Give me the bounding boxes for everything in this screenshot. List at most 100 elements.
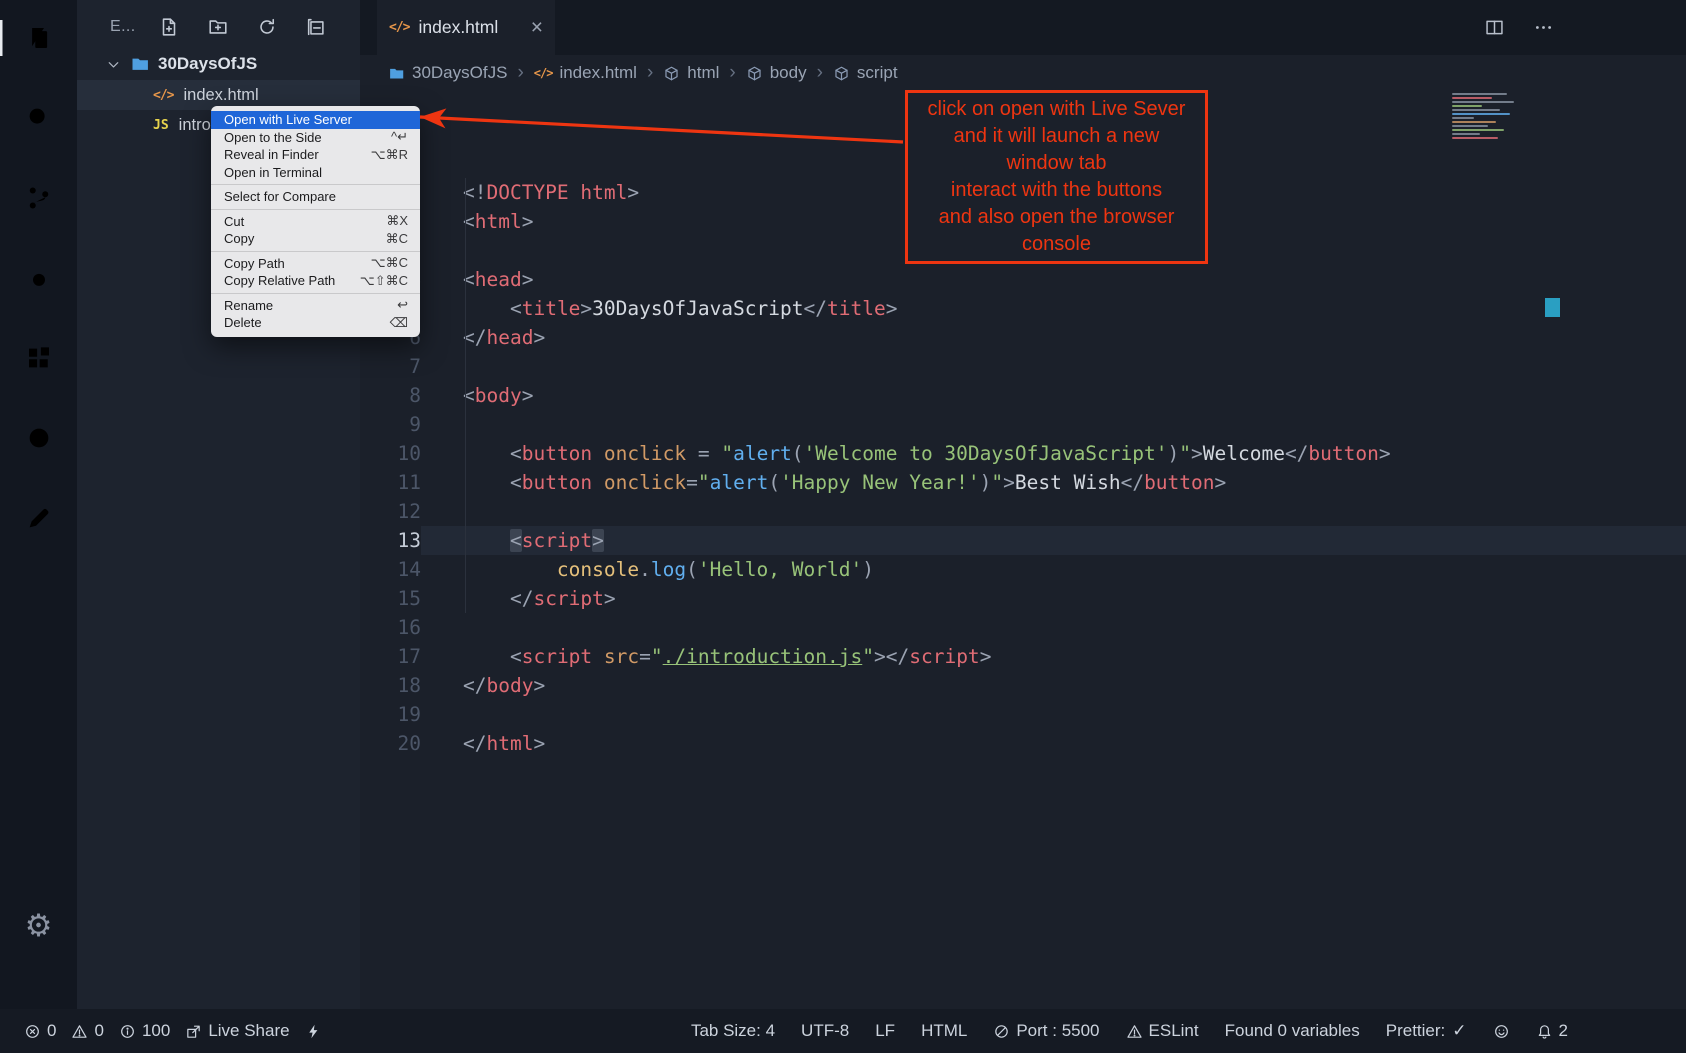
info-icon (119, 1023, 136, 1040)
status-utf-8[interactable]: UTF-8 (801, 1021, 849, 1041)
minimap[interactable] (1452, 93, 1540, 139)
code-line-10[interactable]: 10 <button onclick = "alert('Welcome to … (360, 439, 1686, 468)
code-line-9[interactable]: 9 (360, 410, 1686, 439)
code-line-5[interactable]: 5 <title>30DaysOfJavaScript</title> (360, 294, 1686, 323)
status-found-0-variables[interactable]: Found 0 variables (1225, 1021, 1360, 1041)
breadcrumb-index-html[interactable]: </>index.html (534, 63, 637, 83)
activity-settings-icon[interactable]: ⚙ (0, 907, 77, 943)
code-token: body (475, 384, 522, 407)
code-token: > (1191, 442, 1203, 465)
status-label: HTML (921, 1021, 967, 1041)
activity-feedback-icon[interactable] (0, 500, 77, 536)
status-label: Tab Size: 4 (691, 1021, 775, 1041)
menu-item-open-in-terminal[interactable]: Open in Terminal (211, 164, 420, 182)
menu-item-select-for-compare[interactable]: Select for Compare (211, 188, 420, 206)
code-token: = (639, 645, 651, 668)
menu-item-cut[interactable]: Cut⌘X (211, 213, 420, 231)
status-bolt[interactable] (305, 1023, 322, 1040)
code-line-19[interactable]: 19 (360, 700, 1686, 729)
status-tab-size-4[interactable]: Tab Size: 4 (691, 1021, 775, 1041)
code-line-content: </html> (421, 729, 1686, 758)
status-label: Found 0 variables (1225, 1021, 1360, 1041)
status-2[interactable]: 2 (1536, 1021, 1568, 1041)
bell-icon (1536, 1023, 1553, 1040)
split-editor-icon[interactable] (1484, 17, 1505, 38)
status-eslint[interactable]: ESLint (1126, 1021, 1199, 1041)
code-token: log (651, 558, 686, 581)
menu-item-delete[interactable]: Delete⌫ (211, 314, 420, 332)
activity-search-icon[interactable] (0, 100, 77, 136)
line-number: 15 (360, 584, 421, 613)
status-prettier[interactable]: Prettier:✓ (1386, 1021, 1467, 1041)
activity-files-icon[interactable] (0, 20, 77, 56)
code-line-12[interactable]: 12 (360, 497, 1686, 526)
refresh-icon[interactable] (256, 16, 278, 38)
code-token: " (991, 471, 1003, 494)
chevron-down-icon[interactable] (105, 56, 122, 73)
code-token: </ (463, 674, 486, 697)
code-token: </ (463, 732, 486, 755)
status-label: LF (875, 1021, 895, 1041)
activity-extensions-icon[interactable] (0, 340, 77, 376)
breadcrumb-body[interactable]: body (746, 63, 807, 83)
code-line-17[interactable]: 17 <script src="./introduction.js"></scr… (360, 642, 1686, 671)
menu-item-reveal-in-finder[interactable]: Reveal in Finder⌥⌘R (211, 146, 420, 164)
menu-item-rename[interactable]: Rename↩ (211, 297, 420, 315)
context-menu: Open with Live ServerOpen to the Side^↵R… (211, 106, 420, 337)
collapse-all-icon[interactable] (305, 16, 327, 38)
menu-item-copy[interactable]: Copy⌘C (211, 230, 420, 248)
code-line-16[interactable]: 16 (360, 613, 1686, 642)
new-folder-icon[interactable] (207, 16, 229, 38)
menu-item-label: Delete (224, 315, 262, 330)
folder-root-row[interactable]: 30DaysOfJS (77, 48, 360, 80)
status-label: Prettier: (1386, 1021, 1446, 1041)
status-lf[interactable]: LF (875, 1021, 895, 1041)
code-line-15[interactable]: 15 </script> (360, 584, 1686, 613)
code-token: body (486, 674, 533, 697)
activity-source-control-icon[interactable] (0, 180, 77, 216)
code-line-7[interactable]: 7 (360, 352, 1686, 381)
menu-item-copy-path[interactable]: Copy Path⌥⌘C (211, 255, 420, 273)
activity-debug-icon[interactable] (0, 260, 77, 296)
menu-item-label: Copy Path (224, 256, 285, 271)
code-token: head (475, 268, 522, 291)
code-line-11[interactable]: 11 <button onclick="alert('Happy New Yea… (360, 468, 1686, 497)
code-line-6[interactable]: 6</head> (360, 323, 1686, 352)
menu-item-open-with-live-server[interactable]: Open with Live Server (211, 111, 420, 129)
code-line-20[interactable]: 20</html> (360, 729, 1686, 758)
status-live-share[interactable]: Live Share (185, 1021, 289, 1041)
more-actions-icon[interactable] (1533, 17, 1554, 38)
code-token: > (522, 384, 534, 407)
breadcrumb-html[interactable]: html (663, 63, 719, 83)
minimap-line (1452, 117, 1474, 119)
code-line-14[interactable]: 14 console.log('Hello, World') (360, 555, 1686, 584)
status-html[interactable]: HTML (921, 1021, 967, 1041)
code-line-13[interactable]: 13 <script> (360, 526, 1686, 555)
code-token: " (721, 442, 733, 465)
new-file-icon[interactable] (158, 16, 180, 38)
minimap-line (1452, 101, 1514, 103)
close-tab-icon[interactable]: × (531, 17, 543, 38)
code-token: alert (733, 442, 792, 465)
minimap-line (1452, 129, 1504, 131)
status-warnings[interactable]: 0 (71, 1021, 103, 1041)
code-line-18[interactable]: 18</body> (360, 671, 1686, 700)
breadcrumb-30daysofjs[interactable]: 30DaysOfJS (388, 63, 507, 83)
status-smiley[interactable] (1493, 1023, 1510, 1040)
menu-item-copy-relative-path[interactable]: Copy Relative Path⌥⇧⌘C (211, 272, 420, 290)
code-line-4[interactable]: 4<head> (360, 265, 1686, 294)
menu-item-shortcut: ⌥⇧⌘C (360, 273, 408, 289)
line-number: 16 (360, 613, 421, 642)
code-token: > (980, 645, 992, 668)
menu-item-open-to-the-side[interactable]: Open to the Side^↵ (211, 129, 420, 147)
activity-history-icon[interactable] (0, 420, 77, 456)
breadcrumb-script[interactable]: script (833, 63, 898, 83)
tab-index-html[interactable]: </> index.html × (377, 0, 555, 55)
code-token: = (686, 471, 698, 494)
menu-item-label: Reveal in Finder (224, 147, 319, 162)
code-line-8[interactable]: 8<body> (360, 381, 1686, 410)
status-port-5500[interactable]: Port : 5500 (993, 1021, 1099, 1041)
status-infos[interactable]: 100 (119, 1021, 170, 1041)
code-line-content (421, 700, 1686, 729)
status-errors[interactable]: 0 (24, 1021, 56, 1041)
